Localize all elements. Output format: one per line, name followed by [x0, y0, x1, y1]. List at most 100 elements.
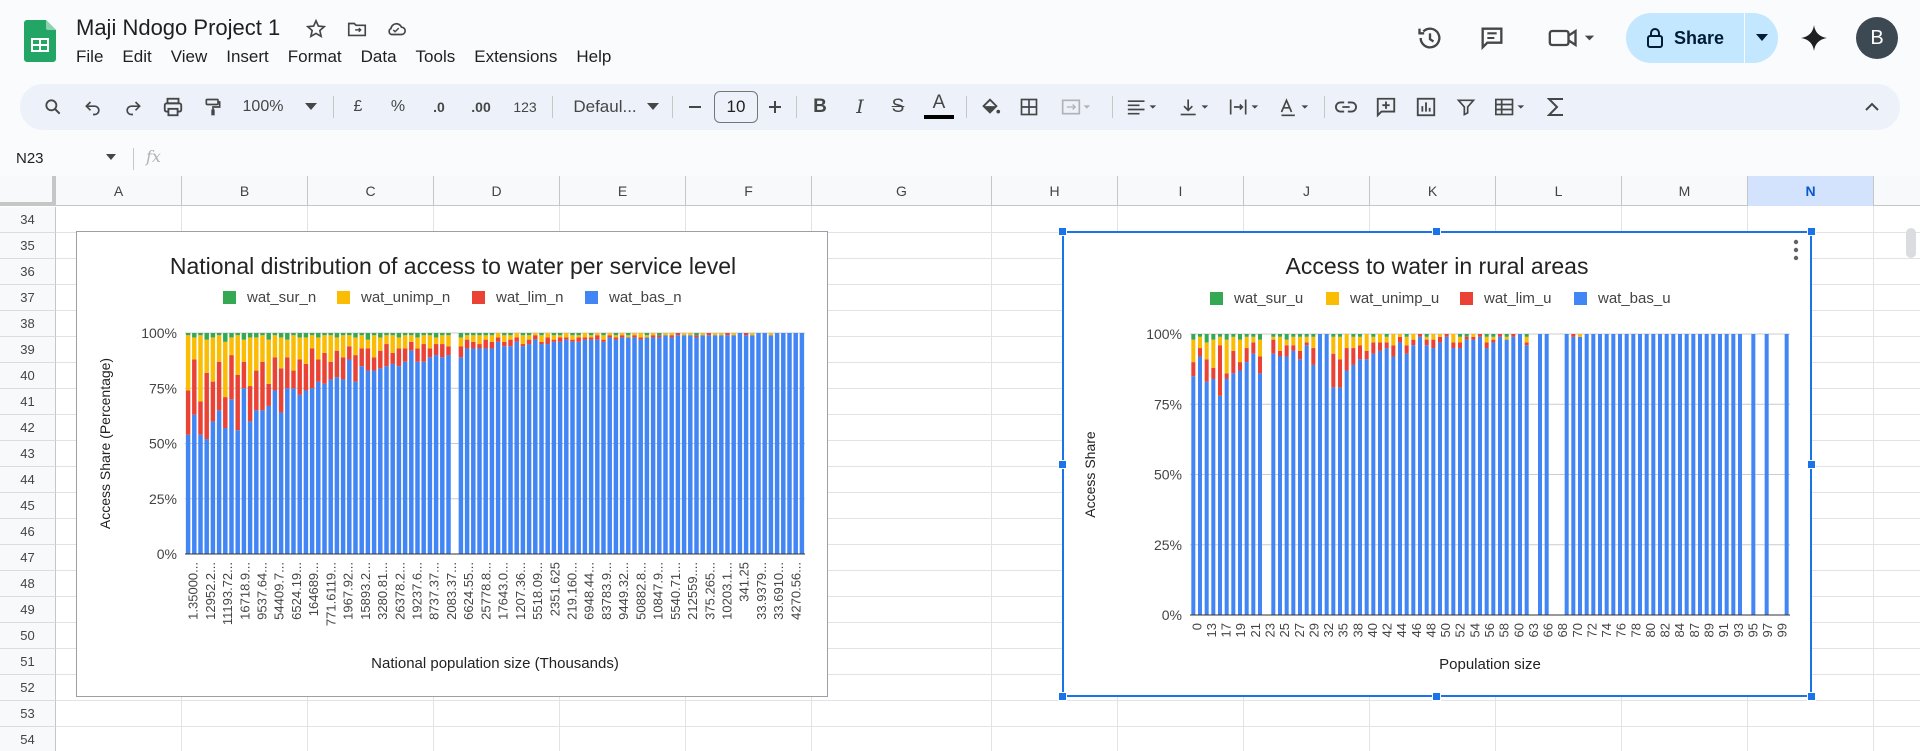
column-header-c[interactable]: C [308, 176, 434, 206]
menu-help[interactable]: Help [576, 46, 620, 68]
bold-button[interactable]: B [808, 91, 832, 123]
row-header-36[interactable]: 36 [0, 259, 56, 285]
functions-icon[interactable] [1542, 91, 1570, 123]
filter-icon[interactable] [1452, 91, 1480, 123]
column-header-n[interactable]: N [1748, 176, 1874, 206]
column-header-g[interactable]: G [812, 176, 992, 206]
text-color-button[interactable]: A [924, 91, 954, 119]
row-header-41[interactable]: 41 [0, 389, 56, 415]
horizontal-align-icon[interactable] [1120, 91, 1164, 123]
row-header-34[interactable]: 34 [0, 207, 56, 233]
move-to-folder-icon[interactable] [344, 16, 370, 42]
column-header-m[interactable]: M [1622, 176, 1748, 206]
column-header-i[interactable]: I [1118, 176, 1244, 206]
row-header-35[interactable]: 35 [0, 233, 56, 259]
row-header-38[interactable]: 38 [0, 311, 56, 337]
row-header-39[interactable]: 39 [0, 337, 56, 363]
select-all-corner[interactable] [0, 176, 56, 206]
comments-icon[interactable] [1474, 20, 1510, 56]
account-avatar[interactable]: B [1856, 17, 1898, 59]
column-header-d[interactable]: D [434, 176, 560, 206]
filter-views-icon[interactable] [1488, 91, 1532, 123]
redo-icon[interactable] [120, 91, 146, 123]
meet-call-icon[interactable] [1542, 20, 1602, 56]
row-header-43[interactable]: 43 [0, 441, 56, 467]
font-caret-icon[interactable] [646, 91, 660, 123]
share-dropdown-button[interactable] [1745, 13, 1778, 63]
row-header-44[interactable]: 44 [0, 467, 56, 493]
zoom-caret-icon[interactable] [304, 91, 318, 123]
number-format-button[interactable]: 123 [508, 91, 542, 123]
resize-handle[interactable] [1807, 227, 1816, 236]
text-rotation-icon[interactable] [1272, 91, 1316, 123]
resize-handle[interactable] [1058, 692, 1067, 701]
resize-handle[interactable] [1432, 227, 1441, 236]
hide-menus-icon[interactable] [1860, 91, 1884, 123]
vertical-scrollbar-thumb[interactable] [1906, 228, 1916, 258]
print-icon[interactable] [160, 91, 186, 123]
row-header-49[interactable]: 49 [0, 597, 56, 623]
menu-data[interactable]: Data [361, 46, 406, 68]
column-header-j[interactable]: J [1244, 176, 1370, 206]
gemini-sparkle-icon[interactable] [1796, 20, 1832, 56]
chart-national-distribution[interactable]: National distribution of access to water… [76, 231, 828, 697]
resize-handle[interactable] [1807, 692, 1816, 701]
row-header-54[interactable]: 54 [0, 727, 56, 751]
star-icon[interactable] [303, 16, 329, 42]
borders-icon[interactable] [1016, 91, 1042, 123]
menu-format[interactable]: Format [288, 46, 351, 68]
column-header-a[interactable]: A [56, 176, 182, 206]
menu-tools[interactable]: Tools [416, 46, 465, 68]
chart-menu-icon[interactable] [1792, 239, 1800, 261]
insert-chart-icon[interactable] [1412, 91, 1440, 123]
document-title[interactable]: Maji Ndogo Project 1 [76, 15, 280, 41]
undo-icon[interactable] [80, 91, 106, 123]
column-header-h[interactable]: H [992, 176, 1118, 206]
italic-button[interactable]: I [848, 91, 872, 123]
fill-color-icon[interactable] [976, 91, 1004, 123]
font-size-input[interactable]: 10 [714, 91, 758, 123]
row-header-52[interactable]: 52 [0, 675, 56, 701]
decrease-decimal-button[interactable]: .0 [424, 91, 454, 123]
share-button[interactable]: Share [1626, 13, 1778, 63]
row-header-53[interactable]: 53 [0, 701, 56, 727]
row-header-48[interactable]: 48 [0, 571, 56, 597]
strikethrough-button[interactable]: S [886, 91, 910, 123]
vertical-align-icon[interactable] [1172, 91, 1216, 123]
column-header-l[interactable]: L [1496, 176, 1622, 206]
row-header-42[interactable]: 42 [0, 415, 56, 441]
row-header-40[interactable]: 40 [0, 363, 56, 389]
menu-extensions[interactable]: Extensions [474, 46, 566, 68]
insert-comment-icon[interactable] [1372, 91, 1400, 123]
decrease-font-size-icon[interactable] [684, 91, 706, 123]
column-header-k[interactable]: K [1370, 176, 1496, 206]
row-header-45[interactable]: 45 [0, 493, 56, 519]
sheets-logo-icon[interactable] [24, 20, 56, 62]
resize-handle[interactable] [1807, 460, 1816, 469]
version-history-icon[interactable] [1412, 20, 1448, 56]
column-header-b[interactable]: B [182, 176, 308, 206]
percent-format-button[interactable]: % [386, 91, 410, 123]
row-header-37[interactable]: 37 [0, 285, 56, 311]
menu-file[interactable]: File [76, 46, 112, 68]
column-header-f[interactable]: F [686, 176, 812, 206]
name-box[interactable]: N23 [16, 146, 126, 170]
column-header-e[interactable]: E [560, 176, 686, 206]
text-wrapping-icon[interactable] [1222, 91, 1266, 123]
share-main[interactable]: Share [1626, 13, 1744, 63]
resize-handle[interactable] [1432, 692, 1441, 701]
zoom-select[interactable]: 100% [238, 91, 288, 123]
chart-rural-access[interactable]: Access to water in rural areas wat_sur_u w… [1062, 231, 1812, 697]
cloud-saved-icon[interactable] [383, 16, 409, 42]
resize-handle[interactable] [1058, 460, 1067, 469]
font-family-select[interactable]: Defaul... [562, 91, 648, 123]
insert-link-icon[interactable] [1332, 91, 1360, 123]
row-header-51[interactable]: 51 [0, 649, 56, 675]
resize-handle[interactable] [1058, 227, 1067, 236]
increase-font-size-icon[interactable] [764, 91, 786, 123]
currency-format-button[interactable]: £ [348, 91, 368, 123]
menu-edit[interactable]: Edit [122, 46, 160, 68]
search-menus-icon[interactable] [40, 91, 66, 123]
menu-view[interactable]: View [171, 46, 217, 68]
row-header-47[interactable]: 47 [0, 545, 56, 571]
